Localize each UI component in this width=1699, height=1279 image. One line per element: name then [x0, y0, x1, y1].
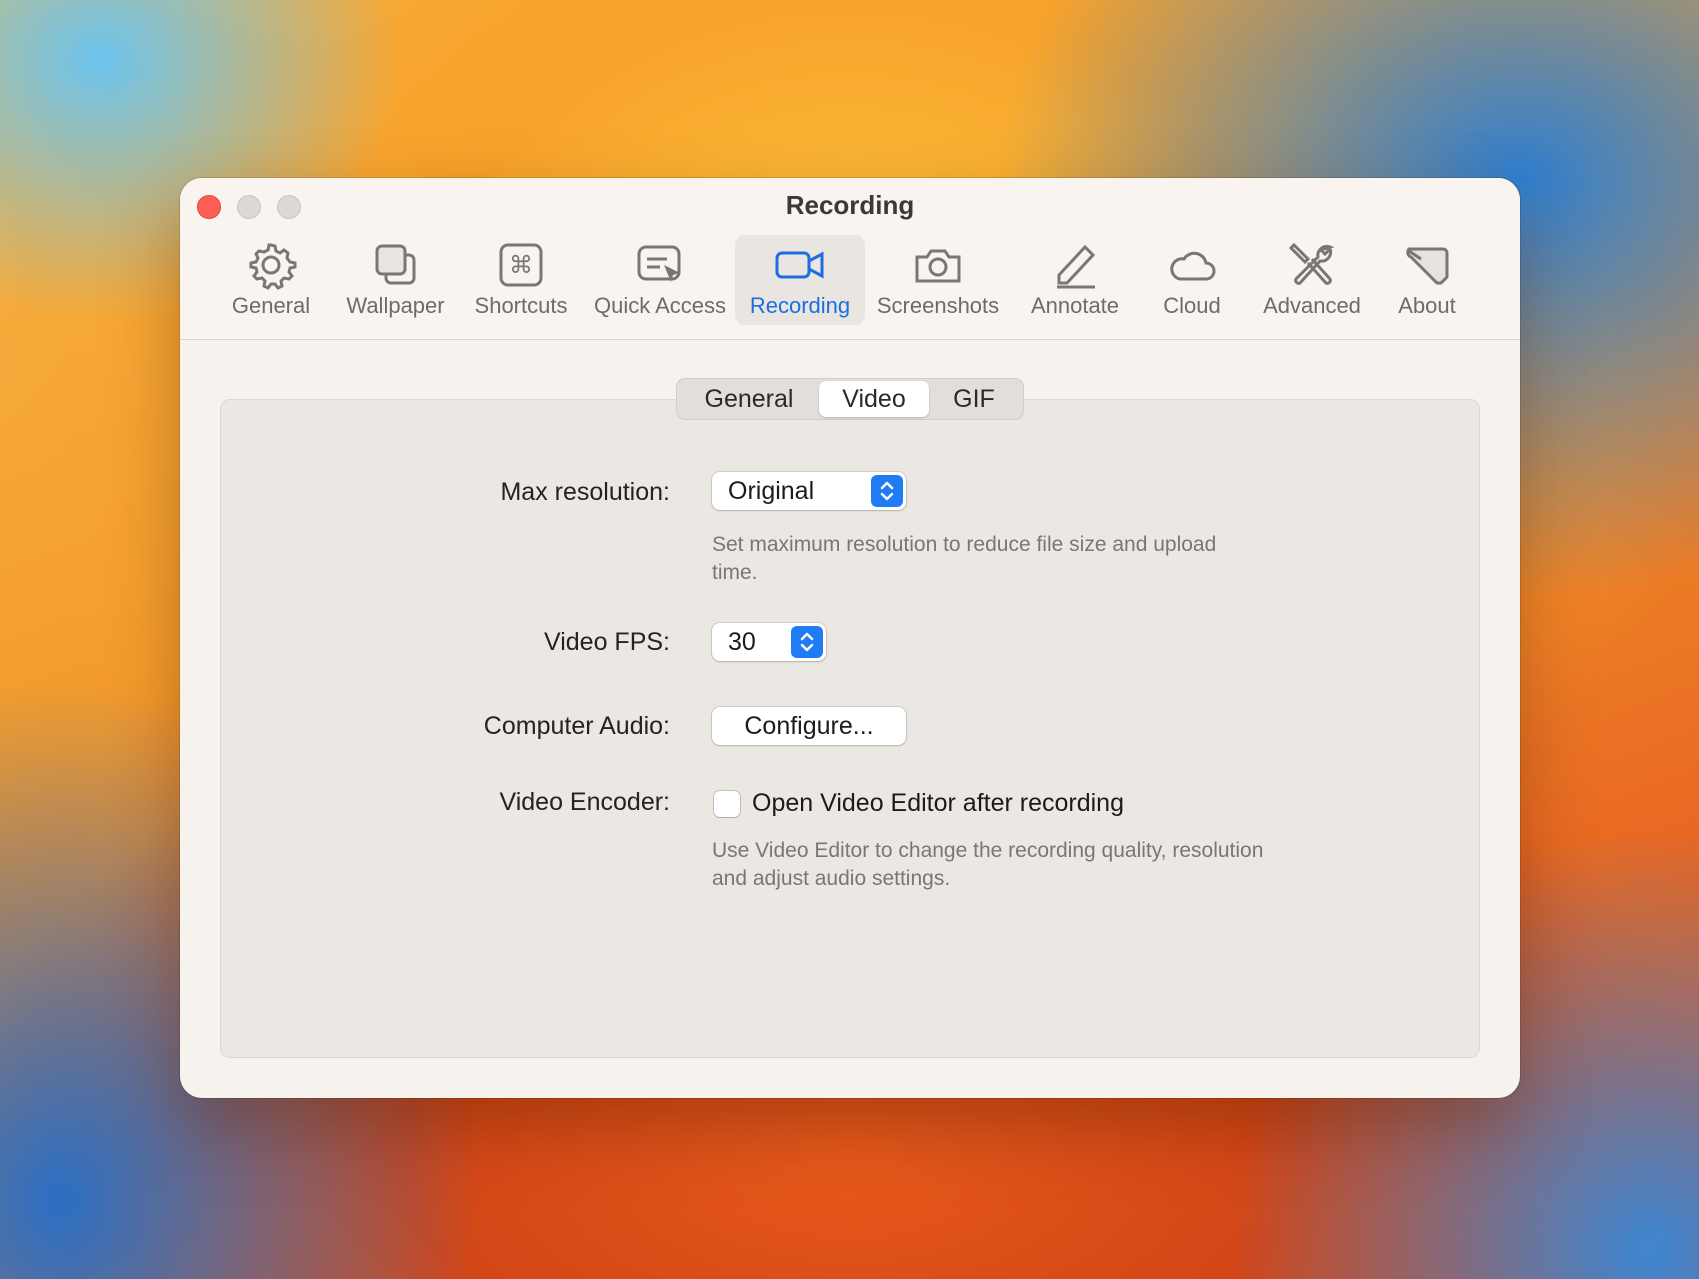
svg-text:⌘: ⌘: [509, 251, 533, 279]
wallpaper-icon: [368, 237, 424, 293]
chevron-updown-icon: [871, 475, 903, 507]
preferences-toolbar: General Wallpaper ⌘ Shortcuts Quick Acce…: [208, 235, 1475, 325]
title-bar: Recording General Wallpaper ⌘ Shortcuts: [180, 178, 1520, 340]
about-icon: [1399, 237, 1455, 293]
tab-control: General Video GIF: [676, 378, 1024, 420]
toolbar-label: Shortcuts: [474, 293, 568, 318]
toolbar-label: Recording: [749, 293, 851, 318]
toolbar-item-shortcuts[interactable]: ⌘ Shortcuts: [457, 235, 585, 325]
tab-general[interactable]: General: [679, 381, 819, 417]
gear-icon: [243, 237, 299, 293]
max-resolution-help: Set maximum resolution to reduce file si…: [712, 533, 1217, 584]
video-encoder-label: Video Encoder:: [499, 788, 671, 816]
toolbar-item-advanced[interactable]: Advanced: [1245, 235, 1379, 325]
open-video-editor-label[interactable]: Open Video Editor after recording: [752, 789, 1124, 818]
toolbar-item-quick-access[interactable]: Quick Access: [585, 235, 735, 325]
toolbar-label: Cloud: [1163, 293, 1221, 318]
tools-icon: [1284, 237, 1340, 293]
configure-audio-button[interactable]: Configure...: [712, 707, 906, 745]
open-video-editor-checkbox[interactable]: [714, 791, 740, 817]
tab-gif[interactable]: GIF: [929, 381, 1019, 417]
toolbar-item-screenshots[interactable]: Screenshots: [865, 235, 1011, 325]
video-fps-value: 30: [728, 627, 756, 656]
max-resolution-label: Max resolution:: [500, 478, 670, 506]
toolbar-label: Advanced: [1263, 293, 1361, 318]
video-encoder-help: Use Video Editor to change the recording…: [712, 839, 1264, 890]
toolbar-item-wallpaper[interactable]: Wallpaper: [334, 235, 457, 325]
max-resolution-select[interactable]: Original: [712, 472, 906, 510]
command-icon: ⌘: [493, 237, 549, 293]
toolbar-item-recording[interactable]: Recording: [735, 235, 865, 325]
toolbar-label: About: [1398, 293, 1456, 318]
video-fps-select[interactable]: 30: [712, 623, 826, 661]
toolbar-item-cloud[interactable]: Cloud: [1139, 235, 1245, 325]
computer-audio-label: Computer Audio:: [483, 712, 670, 740]
toolbar-item-general[interactable]: General: [208, 235, 334, 325]
quick-access-icon: [632, 237, 688, 293]
pencil-icon: [1047, 237, 1103, 293]
toolbar-label: Wallpaper: [346, 293, 445, 318]
toolbar-label: Screenshots: [876, 293, 1000, 318]
cloud-icon: [1164, 237, 1220, 293]
toolbar-label: Annotate: [1030, 293, 1120, 318]
preferences-window: Recording General Wallpaper ⌘ Shortcuts: [180, 178, 1520, 1098]
video-camera-icon: [772, 237, 828, 293]
toolbar-label: Quick Access: [593, 293, 727, 318]
toolbar-item-annotate[interactable]: Annotate: [1011, 235, 1139, 325]
window-title: Recording: [785, 190, 915, 220]
toolbar-item-about[interactable]: About: [1379, 235, 1475, 325]
toolbar-label: General: [231, 293, 311, 318]
video-fps-label: Video FPS:: [543, 628, 670, 656]
chevron-updown-icon: [791, 626, 823, 658]
camera-icon: [910, 237, 966, 293]
max-resolution-value: Original: [728, 476, 815, 505]
tab-video[interactable]: Video: [819, 381, 929, 417]
